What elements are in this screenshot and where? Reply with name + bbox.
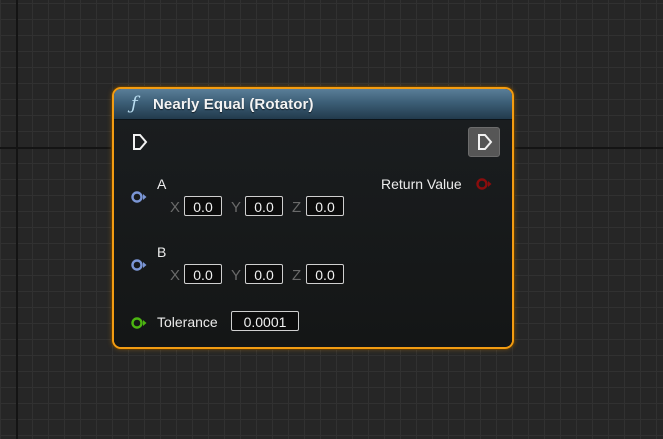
pin-b-z-label: Z	[292, 267, 302, 284]
return-value-pin-icon[interactable]	[476, 177, 494, 191]
node-title: Nearly Equal (Rotator)	[153, 96, 314, 113]
exec-pin-out-icon	[478, 134, 493, 150]
tolerance-input[interactable]: 0.0001	[231, 311, 299, 331]
pin-a-z-input[interactable]: 0.0	[306, 196, 344, 216]
pin-b-z-input[interactable]: 0.0	[306, 264, 344, 284]
pin-b-icon[interactable]	[131, 258, 149, 272]
pin-a-y-label: Y	[231, 199, 242, 216]
pin-b-y-input[interactable]: 0.0	[245, 264, 283, 284]
pin-b-y-label: Y	[231, 267, 242, 284]
exec-pin-in-icon[interactable]	[131, 133, 149, 151]
node-header[interactable]: ƒ Nearly Equal (Rotator)	[114, 89, 512, 120]
exec-pin-out-button[interactable]	[468, 127, 500, 157]
pin-b-x-label: X	[170, 267, 181, 284]
node-body	[114, 120, 512, 347]
pin-a-x-input[interactable]: 0.0	[184, 196, 222, 216]
tolerance-pin-icon[interactable]	[131, 316, 149, 330]
pin-b-label: B	[157, 244, 167, 260]
pin-a-x-label: X	[170, 199, 181, 216]
pin-a-icon[interactable]	[131, 190, 149, 204]
pin-a-label: A	[157, 176, 167, 192]
return-value-label: Return Value	[381, 176, 462, 192]
pin-a-y-input[interactable]: 0.0	[245, 196, 283, 216]
pin-a-z-label: Z	[292, 199, 302, 216]
pin-b-x-input[interactable]: 0.0	[184, 264, 222, 284]
nearly-equal-rotator-node[interactable]: ƒ Nearly Equal (Rotator) A X 0.0 Y 0.0 Z…	[112, 87, 514, 349]
tolerance-label: Tolerance	[157, 314, 218, 330]
function-icon: ƒ	[131, 93, 138, 114]
